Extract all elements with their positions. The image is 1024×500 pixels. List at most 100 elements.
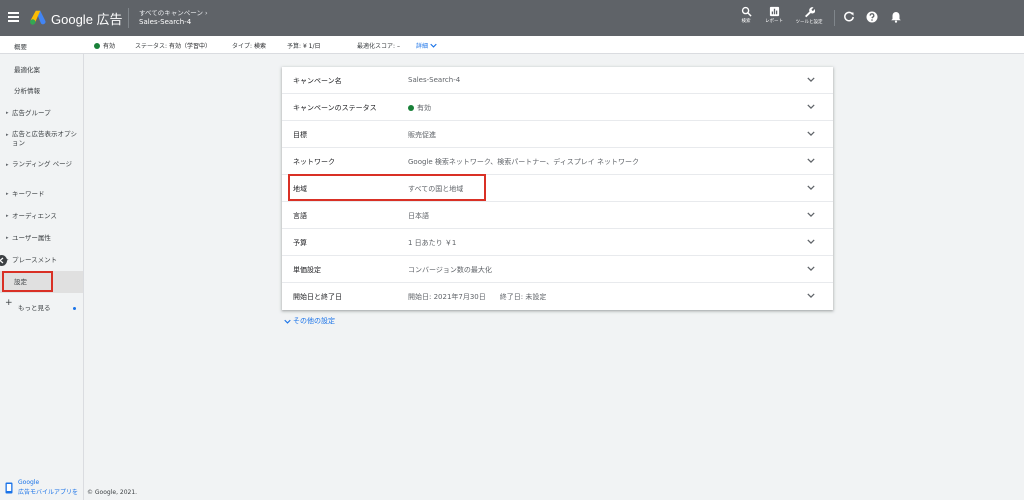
chevron-down-icon[interactable] <box>807 266 815 271</box>
setting-row-network[interactable]: ネットワーク Google 検索ネットワーク、検索パートナー、ディスプレイ ネット… <box>282 148 833 175</box>
status-detail-value: 有効（学習中） <box>168 43 211 50</box>
setting-value: 日本語 <box>408 212 429 220</box>
score-value: – <box>396 43 400 50</box>
wrench-icon <box>805 7 815 18</box>
topbar-divider <box>128 8 129 28</box>
google-ads-logo-icon[interactable] <box>29 9 47 26</box>
chevron-down-icon[interactable] <box>807 131 815 136</box>
setting-value: 開始日: 2021年7月30日 終了日: 未設定 <box>408 293 547 301</box>
setting-row-goal[interactable]: 目標 販売促進 <box>282 121 833 148</box>
sidebar-item-label: ユーザー属性 <box>12 234 51 242</box>
setting-row-start-end-dates[interactable]: 開始日と終了日 開始日: 2021年7月30日 終了日: 未設定 <box>282 283 833 310</box>
setting-label: 予算 <box>293 239 307 247</box>
sidebar-item-placements[interactable]: ▸ プレースメント <box>0 253 83 267</box>
setting-row-languages[interactable]: 言語 日本語 <box>282 202 833 229</box>
mobile-app-promo[interactable]: Google 広告モバイルアプリを <box>4 478 84 498</box>
annotation-highlight-locations <box>288 174 486 201</box>
sidebar-more-button[interactable]: + もっと見る <box>0 298 83 314</box>
sidebar-item-recommendations[interactable]: 最適化案 <box>0 62 83 76</box>
sidebar-item-label: 概要 <box>14 43 27 51</box>
setting-row-campaign-name[interactable]: キャンペーン名 Sales-Search-4 <box>282 67 833 94</box>
sidebar-item-audiences[interactable]: ▸ オーディエンス <box>0 209 83 223</box>
chevron-down-icon <box>284 319 291 324</box>
sidebar-item-label: 広告と広告表示オプション <box>12 130 77 147</box>
chevron-down-icon[interactable] <box>807 77 815 82</box>
sidebar-item-ads-extensions[interactable]: ▸ 広告と広告表示オプション <box>0 127 83 149</box>
caret-right-icon: ▸ <box>6 213 9 219</box>
breadcrumb-parent[interactable]: すべてのキャンペーン › <box>139 7 208 17</box>
hamburger-menu-icon[interactable] <box>8 12 19 22</box>
setting-label: 目標 <box>293 131 307 139</box>
sidebar-item-insights[interactable]: 分析情報 <box>0 84 83 98</box>
chevron-down-icon[interactable] <box>807 239 815 244</box>
setting-label: 言語 <box>293 212 307 220</box>
status-detail: ステータス: 有効（学習中） <box>135 41 211 50</box>
refresh-icon[interactable] <box>843 11 855 23</box>
reports-tool-label: レポート <box>765 19 783 24</box>
optimization-score: 最適化スコア: – <box>357 41 400 50</box>
tools-settings-button[interactable]: ツールと設定 <box>795 6 823 25</box>
other-settings-link[interactable]: その他の設定 <box>284 316 335 326</box>
caret-right-icon: ▸ <box>6 162 9 168</box>
reports-tool-button[interactable]: レポート <box>760 6 788 24</box>
type-label: タイプ: <box>232 43 253 50</box>
setting-row-bidding[interactable]: 単価設定 コンバージョン数の最大化 <box>282 256 833 283</box>
breadcrumb-chevron-icon: › <box>205 9 208 17</box>
sidebar-item-label: ランディング ページ <box>12 160 72 168</box>
status-dot <box>408 105 414 111</box>
setting-value: 有効 <box>417 104 431 112</box>
product-name[interactable]: Google 広告 <box>51 9 123 28</box>
chevron-down-icon[interactable] <box>807 212 815 217</box>
other-settings-label[interactable]: その他の設定 <box>293 317 335 325</box>
sidebar-item-demographics[interactable]: ▸ ユーザー属性 <box>0 231 83 245</box>
details-link[interactable]: 詳細 <box>416 43 428 50</box>
plus-icon: + <box>5 298 13 308</box>
campaign-type: タイプ: 検索 <box>232 41 266 50</box>
bell-icon[interactable] <box>890 11 902 23</box>
setting-value: Sales-Search-4 <box>408 76 461 84</box>
mobile-promo-line2[interactable]: 広告モバイルアプリを <box>18 487 78 496</box>
notification-dot <box>73 307 76 310</box>
setting-value-wrapper: 有効 <box>408 103 431 113</box>
caret-right-icon: ▸ <box>6 110 9 116</box>
setting-row-budget[interactable]: 予算 1 日あたり ￥1 <box>282 229 833 256</box>
sidebar-item-label: オーディエンス <box>12 212 57 220</box>
chevron-down-icon[interactable] <box>807 293 815 298</box>
sidebar-item-label: プレースメント <box>12 256 58 264</box>
chevron-down-icon[interactable] <box>807 104 815 109</box>
status-indicator[interactable]: 有効 <box>94 41 115 50</box>
search-tool-button[interactable]: 検索 <box>732 6 760 24</box>
setting-label: ネットワーク <box>293 158 335 166</box>
sidebar-item-label: 最適化案 <box>14 66 40 74</box>
setting-label: キャンペーンのステータス <box>293 104 377 112</box>
setting-label: 開始日と終了日 <box>293 293 342 301</box>
setting-label: 単価設定 <box>293 266 321 274</box>
breadcrumb-parent-label[interactable]: すべてのキャンペーン <box>139 9 203 17</box>
search-icon <box>741 6 752 17</box>
setting-value: 1 日あたり ￥1 <box>408 239 457 247</box>
sidebar-item-ad-groups[interactable]: ▸ 広告グループ <box>0 106 83 120</box>
caret-right-icon: ▸ <box>6 235 9 241</box>
sidebar-item-label: キーワード <box>12 190 45 198</box>
topbar-separator <box>834 10 835 26</box>
chevron-down-icon[interactable] <box>807 158 815 163</box>
mobile-promo-line1[interactable]: Google <box>18 479 39 486</box>
sidebar-item-label: 分析情報 <box>14 87 40 95</box>
copyright-footer: © Google, 2021. <box>87 489 138 496</box>
sidebar-item-landing-pages[interactable]: ▸ ランディング ページ <box>0 157 83 179</box>
sidebar-item-overview[interactable]: 概要 <box>0 43 83 58</box>
caret-right-icon: ▸ <box>6 132 9 138</box>
chevron-down-icon[interactable] <box>807 185 815 190</box>
details-toggle[interactable]: 詳細 <box>416 41 437 50</box>
setting-value: 販売促進 <box>408 131 436 139</box>
breadcrumb-current[interactable]: Sales-Search-4 <box>139 18 191 26</box>
sidebar-item-keywords[interactable]: ▸ キーワード <box>0 187 83 201</box>
chevron-left-icon <box>0 257 4 264</box>
help-icon[interactable] <box>866 11 878 23</box>
setting-row-campaign-status[interactable]: キャンペーンのステータス 有効 <box>282 94 833 121</box>
setting-value: Google 検索ネットワーク、検索パートナー、ディスプレイ ネットワーク <box>408 158 639 166</box>
chevron-down-icon <box>430 43 437 48</box>
search-tool-label: 検索 <box>741 19 751 24</box>
score-label: 最適化スコア: <box>357 43 396 50</box>
budget-label: 予算: <box>287 43 302 50</box>
